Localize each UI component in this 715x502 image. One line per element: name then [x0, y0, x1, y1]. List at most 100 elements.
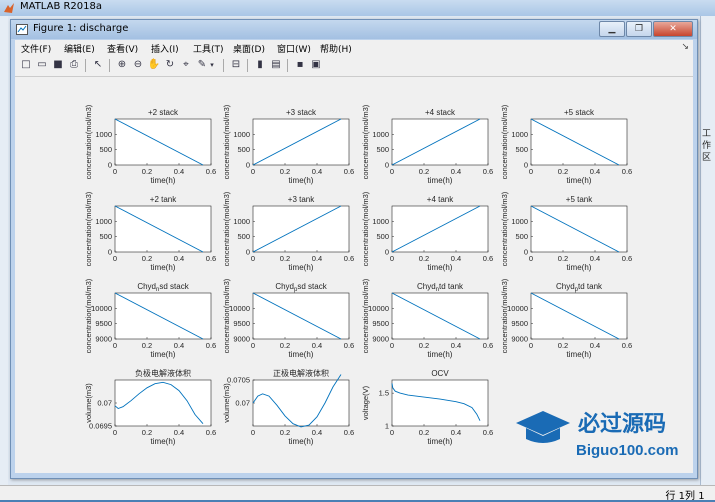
app-title: MATLAB R2018a [20, 1, 103, 12]
menu-desktop[interactable]: 桌面(D) [233, 42, 265, 55]
minimize-button[interactable]: ▁ [599, 21, 625, 37]
y-tick-label: 1 [385, 422, 389, 431]
brush-icon[interactable]: ✎ [195, 58, 209, 72]
menu-tools[interactable]: 工具(T) [193, 42, 224, 55]
pin-menu-icon[interactable]: ↘ [681, 42, 689, 52]
axes-box [530, 205, 628, 253]
x-tick-label: 0.6 [483, 341, 493, 350]
y-axis-label: concentration(mol/m3) [222, 104, 231, 179]
x-tick-label: 0.6 [206, 341, 216, 350]
y-axis-label: concentration(mol/m3) [222, 278, 231, 353]
x-axis-label: time(h) [151, 263, 176, 272]
y-tick-label: 0.0705 [227, 376, 250, 385]
x-tick-label: 0.4 [451, 428, 461, 437]
subplot-title: +3 stack [286, 108, 317, 117]
y-tick-label: 1000 [372, 130, 389, 139]
pan-icon[interactable]: ✋ [147, 58, 161, 72]
chevron-down-icon[interactable]: ▾ [208, 58, 216, 72]
x-tick-label: 0 [529, 167, 533, 176]
y-tick-label: 500 [376, 232, 389, 241]
y-tick-label: 9000 [372, 335, 389, 344]
status-bar: 行 1 列 1 [0, 485, 715, 502]
subplot-title: 负极电解液体积 [135, 368, 191, 378]
new-figure-icon[interactable]: □ [19, 58, 33, 72]
subplot-1 [114, 118, 212, 166]
x-axis-label: time(h) [289, 176, 314, 185]
link-plot-icon[interactable]: ⊟ [229, 58, 243, 72]
x-axis-label: time(h) [151, 350, 176, 359]
close-button[interactable]: ✕ [653, 21, 693, 37]
subplot-title: +3 tank [288, 195, 315, 204]
x-tick-label: 0.2 [419, 428, 429, 437]
subplot-13 [114, 379, 212, 427]
x-tick-label: 0 [113, 254, 117, 263]
x-axis-label: time(h) [289, 437, 314, 446]
save-icon[interactable]: ■ [51, 58, 65, 72]
x-tick-label: 0.2 [419, 254, 429, 263]
hide-plot-tools-icon[interactable]: ▪ [293, 58, 307, 72]
menu-view[interactable]: 查看(V) [107, 42, 138, 55]
y-tick-label: 9500 [95, 319, 112, 328]
restore-button[interactable]: ❐ [626, 21, 652, 37]
workspace-side-panel[interactable]: 工 作 区 [700, 16, 715, 486]
figure-icon [16, 24, 28, 35]
y-tick-label: 10000 [368, 304, 389, 313]
col-label: 列 [685, 491, 695, 502]
x-tick-label: 0.6 [344, 167, 354, 176]
toolbar-separator [247, 59, 248, 72]
x-tick-label: 0.2 [419, 167, 429, 176]
menu-file[interactable]: 文件(F) [21, 42, 51, 55]
menu-help[interactable]: 帮助(H) [320, 42, 352, 55]
x-axis-label: time(h) [567, 263, 592, 272]
legend-icon[interactable]: ▤ [269, 58, 283, 72]
print-icon[interactable]: ⎙ [67, 58, 81, 72]
x-tick-label: 0.2 [558, 254, 568, 263]
x-tick-label: 0 [113, 341, 117, 350]
x-tick-label: 0 [251, 167, 255, 176]
x-tick-label: 0.6 [344, 341, 354, 350]
x-tick-label: 0.2 [280, 428, 290, 437]
figure-titlebar[interactable]: Figure 1: discharge ▁ ❐ ✕ [11, 20, 697, 39]
y-tick-label: 0 [385, 161, 389, 170]
open-icon[interactable]: ▭ [35, 58, 49, 72]
x-tick-label: 0 [113, 167, 117, 176]
y-axis-label: concentration(mol/m3) [500, 104, 509, 179]
y-tick-label: 1.5 [379, 389, 389, 398]
show-plot-tools-icon[interactable]: ▣ [309, 58, 323, 72]
pointer-icon[interactable]: ↖ [91, 58, 105, 72]
y-tick-label: 10000 [507, 304, 528, 313]
y-tick-label: 0 [108, 161, 112, 170]
menu-window[interactable]: 窗口(W) [277, 42, 311, 55]
colorbar-icon[interactable]: ▮ [253, 58, 267, 72]
subplot-12 [530, 292, 628, 340]
toolbar-separator [223, 59, 224, 72]
y-tick-label: 500 [515, 232, 528, 241]
watermark: 必过源码 Biguo100.com [508, 405, 698, 465]
zoom-in-icon[interactable]: ⊕ [115, 58, 129, 72]
matlab-titlebar: MATLAB R2018a [0, 0, 715, 17]
x-axis-label: time(h) [567, 176, 592, 185]
x-tick-label: 0 [251, 254, 255, 263]
menu-edit[interactable]: 编辑(E) [64, 42, 95, 55]
menu-insert[interactable]: 插入(I) [151, 42, 179, 55]
graduation-cap-icon [516, 411, 570, 435]
x-tick-label: 0.4 [174, 341, 184, 350]
axes-box [391, 205, 489, 253]
watermark-logo: 必过源码 Biguo100.com [516, 411, 679, 459]
y-axis-label: voltage(V) [361, 385, 370, 420]
x-tick-label: 0.6 [344, 428, 354, 437]
y-tick-label: 1000 [95, 217, 112, 226]
subplot-title: +5 tank [566, 195, 593, 204]
watermark-text-main: 必过源码 [578, 411, 666, 436]
x-tick-label: 0.6 [344, 254, 354, 263]
x-axis-label: time(h) [428, 350, 453, 359]
axes-box [391, 292, 489, 340]
axes-box [391, 379, 489, 427]
data-cursor-icon[interactable]: ⌖ [179, 58, 193, 72]
y-tick-label: 1000 [233, 217, 250, 226]
zoom-out-icon[interactable]: ⊖ [131, 58, 145, 72]
x-tick-label: 0.4 [312, 254, 322, 263]
subplot-14 [252, 374, 350, 428]
rotate-icon[interactable]: ↻ [163, 58, 177, 72]
subplot-title: +2 tank [150, 195, 177, 204]
